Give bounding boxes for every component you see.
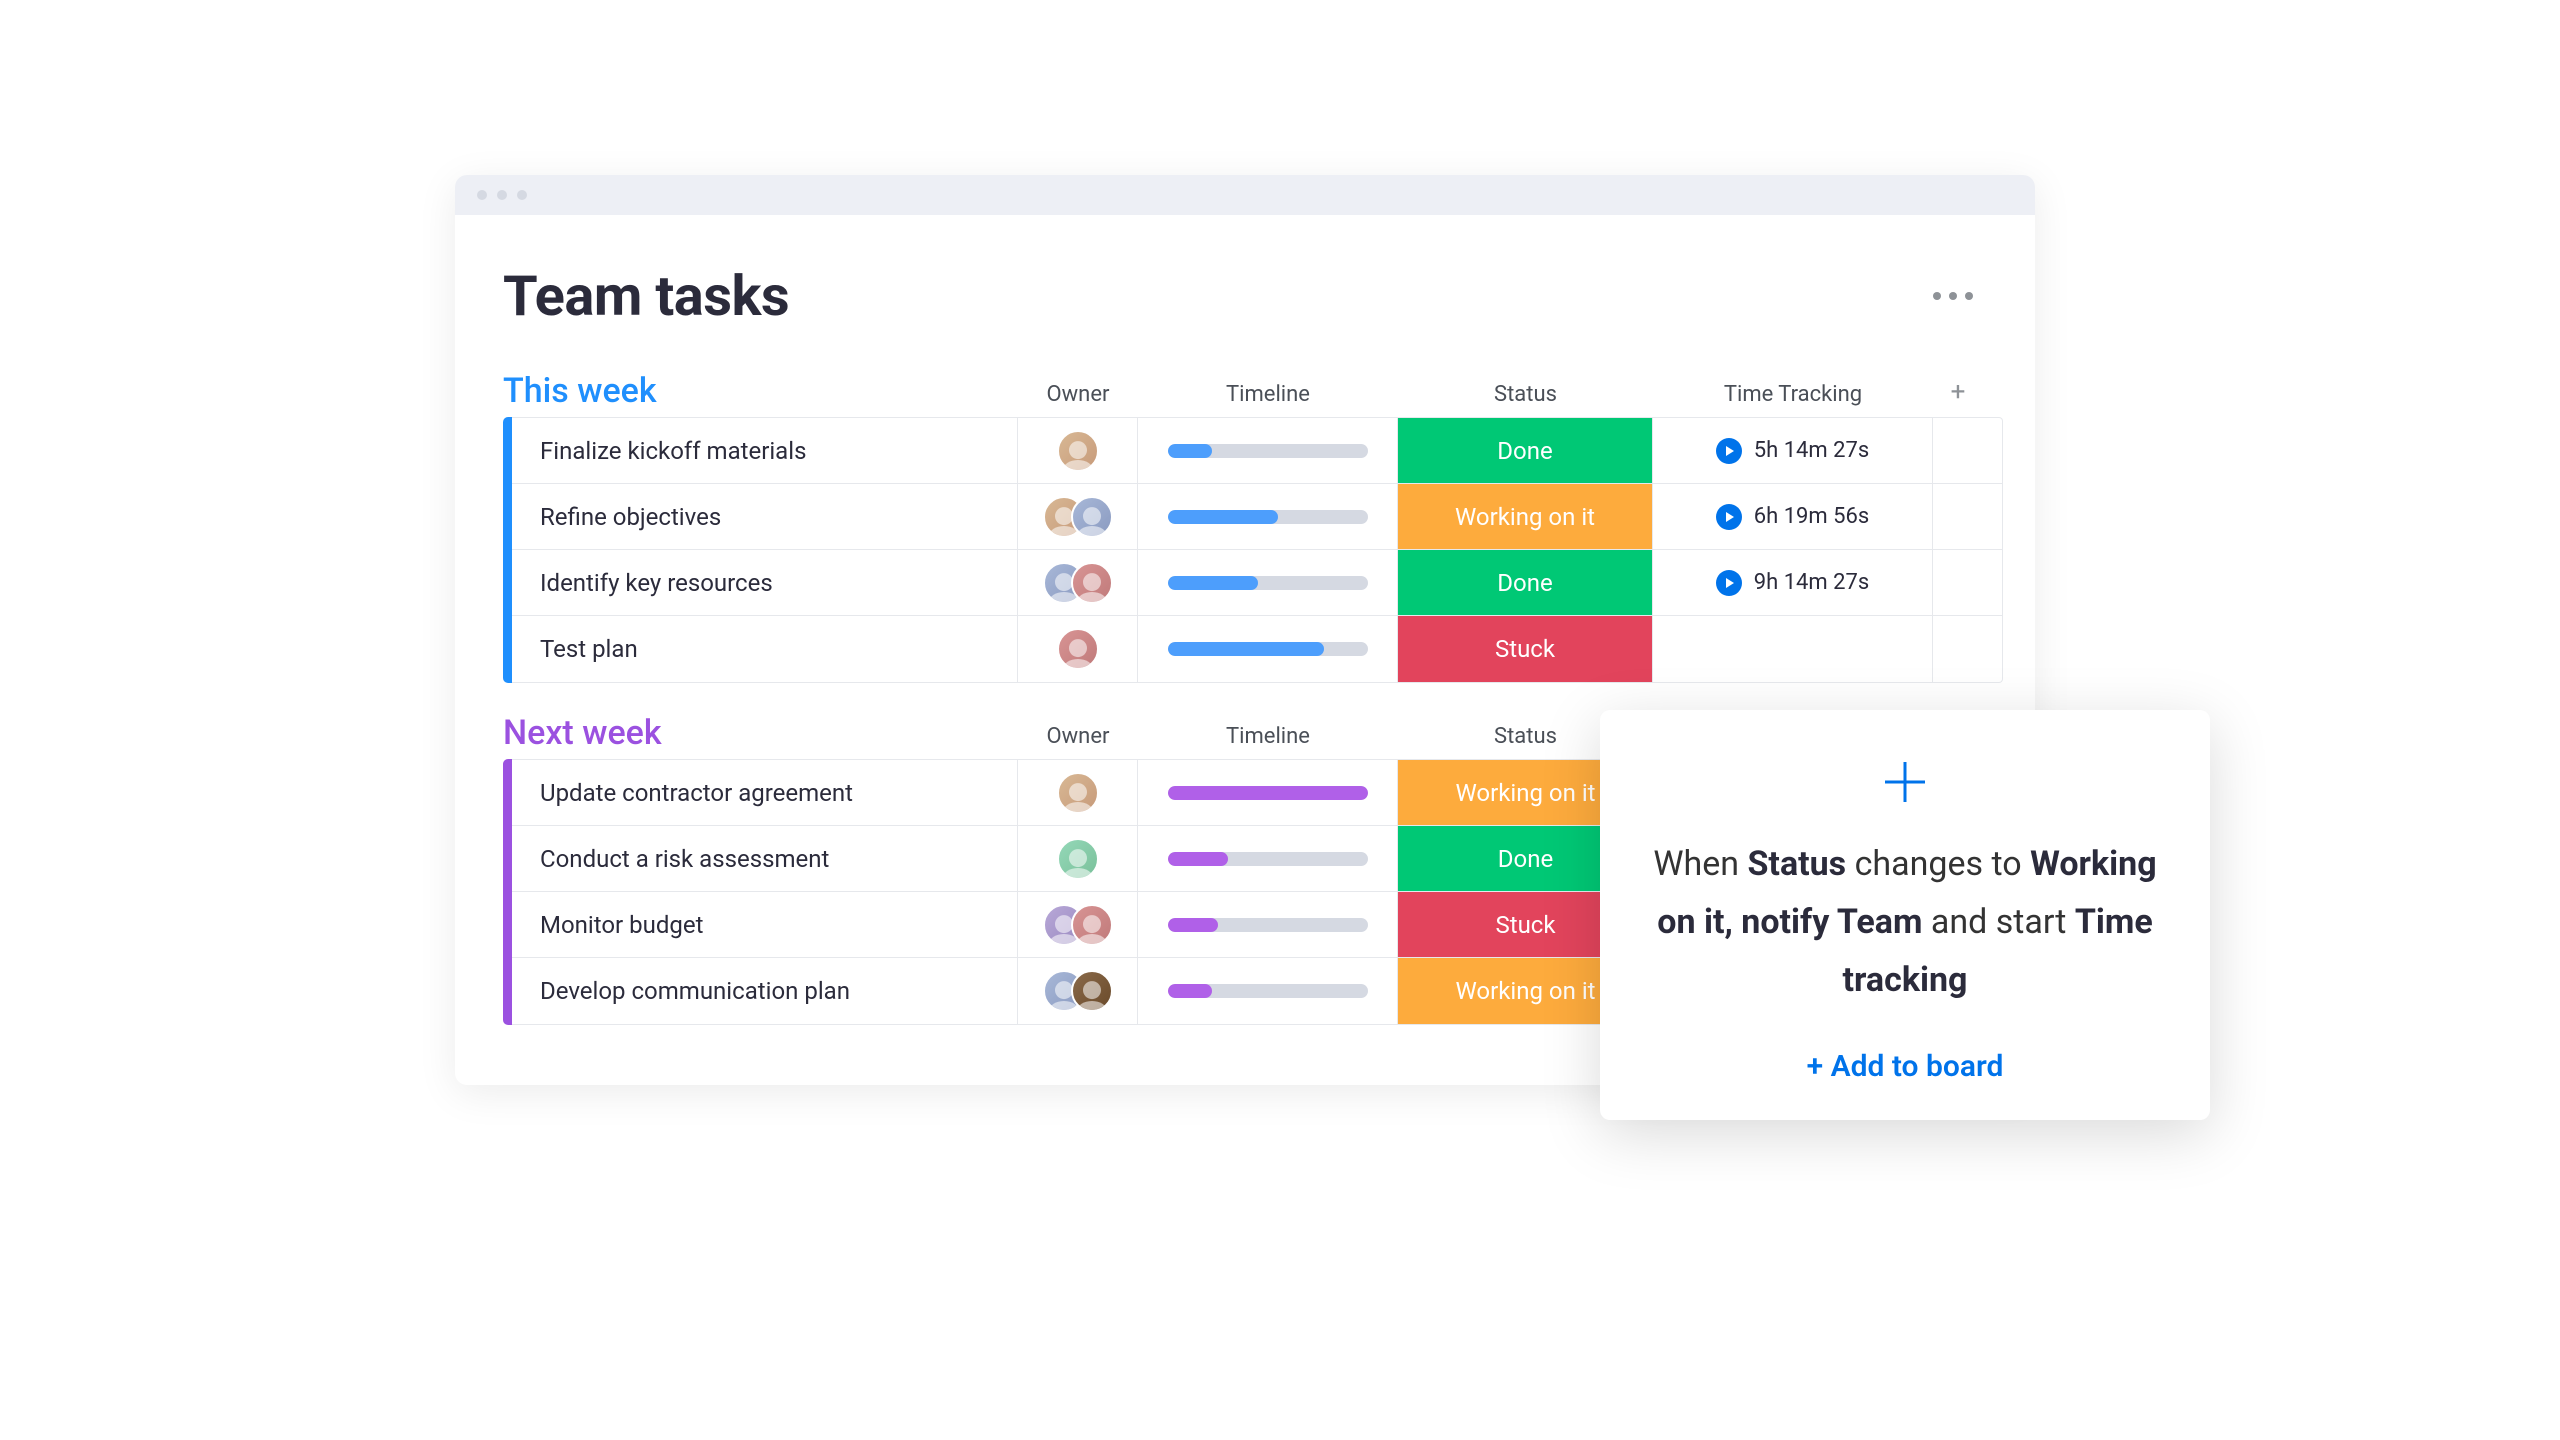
group-title[interactable]: Next week xyxy=(503,713,1018,759)
timeline-cell[interactable] xyxy=(1138,760,1398,825)
task-name-cell[interactable]: Refine objectives xyxy=(512,484,1018,549)
avatar[interactable] xyxy=(1057,430,1099,472)
board-header: Team tasks xyxy=(503,263,2003,329)
task-name-cell[interactable]: Identify key resources xyxy=(512,550,1018,615)
group-accent xyxy=(503,759,512,1025)
add-to-board-button[interactable]: + Add to board xyxy=(1640,1049,2170,1084)
group: This weekOwnerTimelineStatusTime Trackin… xyxy=(503,371,2003,683)
timeline-cell[interactable] xyxy=(1138,892,1398,957)
column-header-owner[interactable]: Owner xyxy=(1018,382,1138,417)
avatar[interactable] xyxy=(1071,496,1113,538)
spacer-cell xyxy=(1933,418,1983,483)
window-dot xyxy=(517,190,527,200)
more-button[interactable] xyxy=(1933,292,1973,300)
group-header: This weekOwnerTimelineStatusTime Trackin… xyxy=(503,371,2003,417)
spacer-cell xyxy=(1933,550,1983,615)
avatar[interactable] xyxy=(1057,772,1099,814)
avatar[interactable] xyxy=(1057,628,1099,670)
timeline-cell[interactable] xyxy=(1138,550,1398,615)
time-value: 9h 14m 27s xyxy=(1754,570,1870,595)
owner-cell[interactable] xyxy=(1018,616,1138,682)
window-dot xyxy=(497,190,507,200)
plus-icon xyxy=(1881,758,1929,806)
board-title[interactable]: Team tasks xyxy=(503,263,789,329)
time-value: 5h 14m 27s xyxy=(1754,438,1870,463)
task-name-cell[interactable]: Conduct a risk assessment xyxy=(512,826,1018,891)
timeline-cell[interactable] xyxy=(1138,418,1398,483)
automation-card[interactable]: When Status changes to Working on it, no… xyxy=(1600,710,2210,1120)
time-tracking-cell[interactable]: 5h 14m 27s xyxy=(1653,418,1933,483)
owner-cell[interactable] xyxy=(1018,892,1138,957)
owner-cell[interactable] xyxy=(1018,484,1138,549)
timeline-cell[interactable] xyxy=(1138,484,1398,549)
avatar[interactable] xyxy=(1071,562,1113,604)
status-cell[interactable]: Working on it xyxy=(1398,484,1653,549)
time-tracking-cell[interactable]: 9h 14m 27s xyxy=(1653,550,1933,615)
owner-cell[interactable] xyxy=(1018,760,1138,825)
table-row[interactable]: Finalize kickoff materials Done 5h 14m 27s xyxy=(512,418,2002,484)
owner-cell[interactable] xyxy=(1018,826,1138,891)
owner-cell[interactable] xyxy=(1018,550,1138,615)
column-header-timeline[interactable]: Timeline xyxy=(1138,724,1398,759)
column-header-status[interactable]: Status xyxy=(1398,382,1653,417)
column-header-owner[interactable]: Owner xyxy=(1018,724,1138,759)
play-icon[interactable] xyxy=(1716,570,1742,596)
task-name-cell[interactable]: Monitor budget xyxy=(512,892,1018,957)
spacer-cell xyxy=(1933,616,1983,682)
play-icon[interactable] xyxy=(1716,504,1742,530)
status-cell[interactable]: Done xyxy=(1398,418,1653,483)
group-rows: Finalize kickoff materials Done 5h 14m 27s… xyxy=(503,417,2003,683)
table-row[interactable]: Identify key resources Done 9h 14m 27s xyxy=(512,550,2002,616)
window-title-bar xyxy=(455,175,2035,215)
avatar[interactable] xyxy=(1071,904,1113,946)
column-header-time-tracking[interactable]: Time Tracking xyxy=(1653,382,1933,417)
add-column-button[interactable]: + xyxy=(1933,377,1983,417)
task-name-cell[interactable]: Develop communication plan xyxy=(512,958,1018,1024)
owner-cell[interactable] xyxy=(1018,418,1138,483)
owner-cell[interactable] xyxy=(1018,958,1138,1024)
task-name-cell[interactable]: Finalize kickoff materials xyxy=(512,418,1018,483)
avatar[interactable] xyxy=(1071,970,1113,1012)
task-name-cell[interactable]: Test plan xyxy=(512,616,1018,682)
window-dot xyxy=(477,190,487,200)
timeline-cell[interactable] xyxy=(1138,958,1398,1024)
table-row[interactable]: Test plan Stuck xyxy=(512,616,2002,682)
status-cell[interactable]: Done xyxy=(1398,550,1653,615)
time-value: 6h 19m 56s xyxy=(1754,504,1870,529)
timeline-cell[interactable] xyxy=(1138,616,1398,682)
table-row[interactable]: Refine objectives Working on it 6h 19m 56s xyxy=(512,484,2002,550)
group-accent xyxy=(503,417,512,683)
play-icon[interactable] xyxy=(1716,438,1742,464)
avatar[interactable] xyxy=(1057,838,1099,880)
group-title[interactable]: This week xyxy=(503,371,1018,417)
automation-text: When Status changes to Working on it, no… xyxy=(1640,836,2170,1009)
timeline-cell[interactable] xyxy=(1138,826,1398,891)
time-tracking-cell[interactable] xyxy=(1653,616,1933,682)
status-cell[interactable]: Stuck xyxy=(1398,616,1653,682)
task-name-cell[interactable]: Update contractor agreement xyxy=(512,760,1018,825)
spacer-cell xyxy=(1933,484,1983,549)
column-header-timeline[interactable]: Timeline xyxy=(1138,382,1398,417)
time-tracking-cell[interactable]: 6h 19m 56s xyxy=(1653,484,1933,549)
